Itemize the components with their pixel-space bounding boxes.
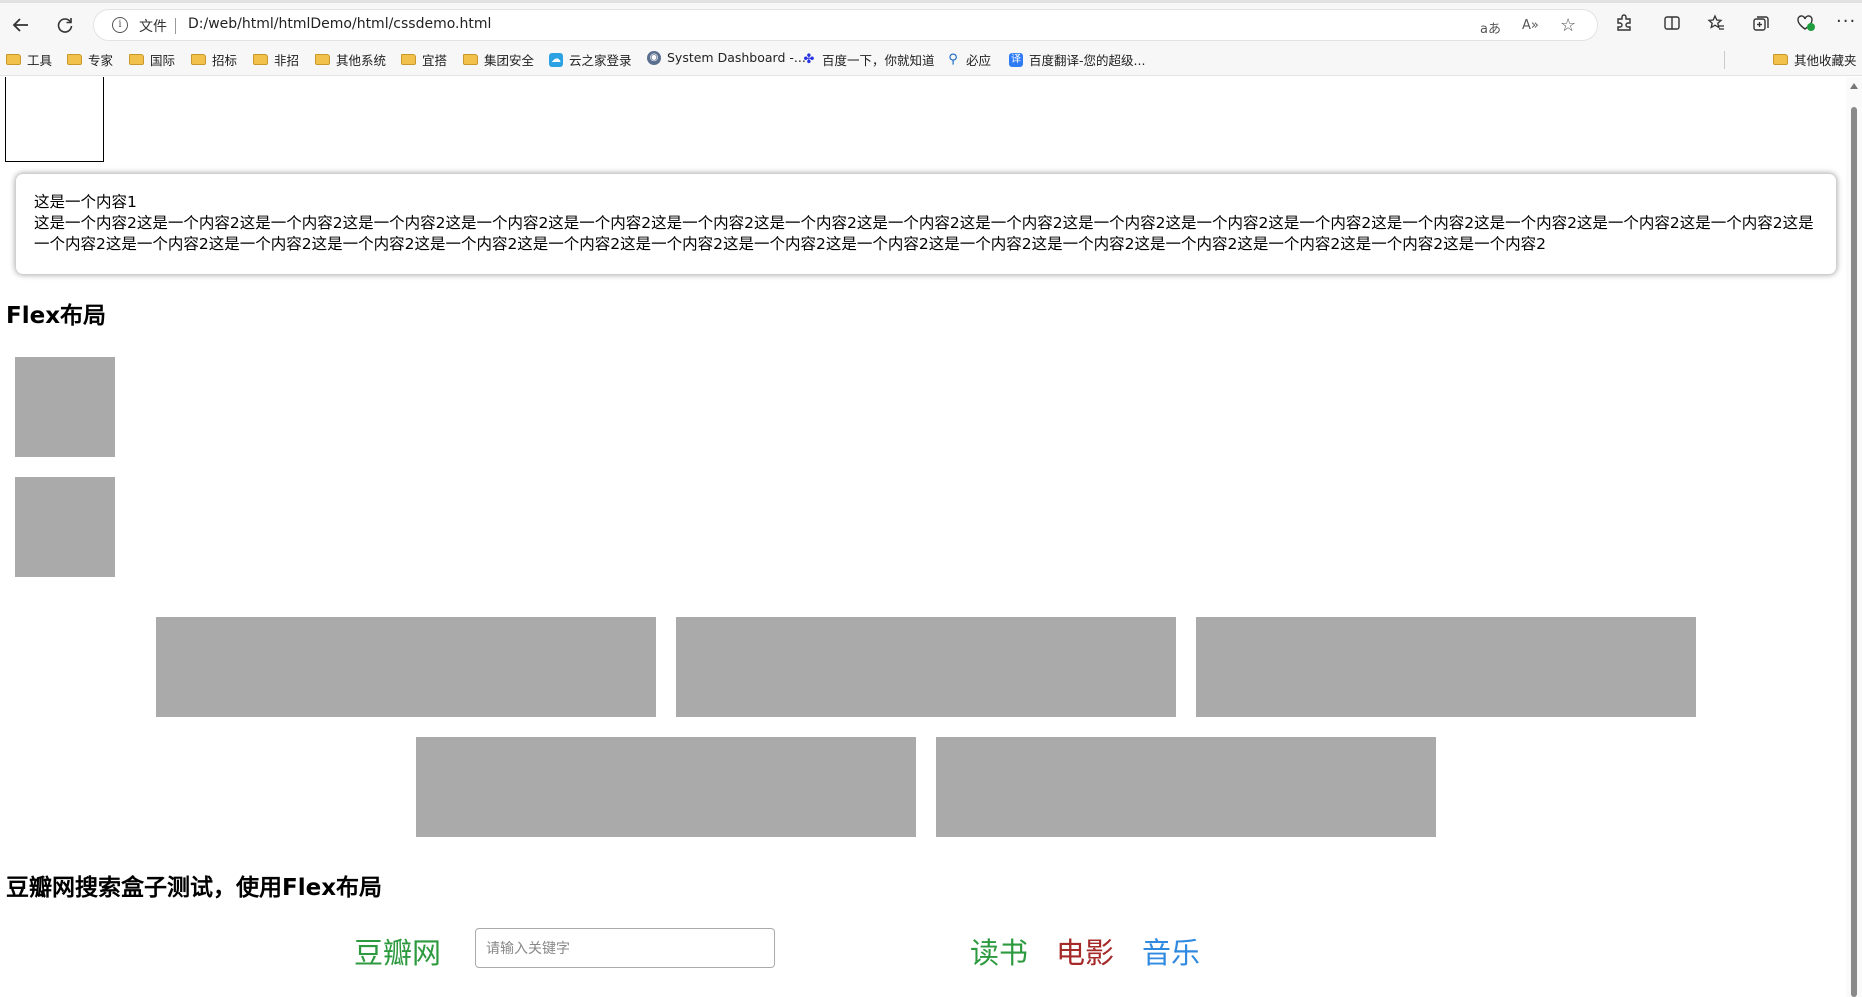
bookmark-label: 集团安全 (484, 53, 535, 68)
info-icon[interactable]: i (112, 17, 128, 33)
back-icon[interactable] (7, 11, 35, 39)
search-input[interactable] (475, 928, 775, 968)
scrollbar-thumb[interactable] (1851, 107, 1857, 997)
bookmark-system-dashboard[interactable]: ◉ System Dashboard -... (647, 50, 806, 65)
page-scrollbar[interactable] (1846, 77, 1862, 997)
collections-icon[interactable] (1752, 14, 1770, 36)
bookmark-label: 其他系统 (336, 53, 387, 68)
cloud-icon: ☁ (549, 52, 563, 67)
bookmark-label: 工具 (27, 53, 53, 68)
folder-icon (463, 54, 478, 65)
folder-icon (401, 54, 416, 65)
flex-box (15, 477, 115, 577)
folder-icon (1773, 54, 1788, 65)
address-separator (175, 18, 176, 34)
bookmark-label: 必应 (966, 53, 992, 68)
flex-wrap-item (936, 737, 1436, 837)
scroll-up-icon[interactable] (1850, 83, 1858, 89)
bookmark-baidu-translate[interactable]: 译百度翻译-您的超级... (1009, 50, 1145, 69)
folder-icon (6, 54, 21, 65)
bookmark-label: 非招 (274, 53, 300, 68)
paw-icon: ✤ (803, 51, 815, 67)
bookmark-tools[interactable]: 工具 (6, 50, 52, 69)
address-bar[interactable]: i 文件 D:/web/html/htmlDemo/html/cssdemo.h… (93, 9, 1598, 41)
bookmark-label: 百度一下，你就知道 (822, 53, 935, 68)
bookmark-other-favorites[interactable]: 其他收藏夹 (1773, 50, 1857, 69)
douban-logo[interactable]: 豆瓣网 (354, 930, 441, 972)
bookmark-label: 专家 (88, 53, 114, 68)
douban-heading: 豆瓣网搜索盒子测试，使用Flex布局 (6, 875, 383, 901)
flex-box (15, 357, 115, 457)
dashboard-icon: ◉ (647, 50, 661, 65)
more-icon[interactable]: ··· (1836, 11, 1856, 32)
folder-icon (191, 54, 206, 65)
flex-wrap-item (676, 617, 1176, 717)
bookmark-international[interactable]: 国际 (129, 50, 175, 69)
bookmark-non-tender[interactable]: 非招 (253, 50, 299, 69)
browser-toolbar: i 文件 D:/web/html/htmlDemo/html/cssdemo.h… (0, 0, 1862, 44)
content-card: 这是一个内容1 这是一个内容2这是一个内容2这是一个内容2这是一个内容2这是一个… (15, 173, 1837, 275)
favorite-star-icon[interactable]: ☆ (1560, 15, 1576, 36)
url-text[interactable]: D:/web/html/htmlDemo/html/cssdemo.html (188, 16, 491, 32)
bookmark-label: 宜搭 (422, 53, 448, 68)
flex-wrap-item (416, 737, 916, 837)
folder-icon (315, 54, 330, 65)
bookmark-yunzhijia-login[interactable]: ☁ 云之家登录 (549, 50, 632, 69)
bookmark-label: 国际 (150, 53, 176, 68)
nav-link-books[interactable]: 读书 (970, 930, 1028, 972)
card-text-2: 这是一个内容2这是一个内容2这是一个内容2这是一个内容2这是一个内容2这是一个内… (34, 214, 1814, 253)
search-icon: ⚲ (948, 51, 958, 67)
translate-icon[interactable]: aあ (1480, 18, 1501, 37)
bookmarks-bar: 工具 专家 国际 招标 非招 其他系统 宜搭 集团安全 ☁ 云之家登录 ◉ Syst… (0, 44, 1862, 76)
bookmark-yida[interactable]: 宜搭 (401, 50, 447, 69)
extensions-icon[interactable] (1615, 14, 1633, 36)
refresh-icon[interactable] (51, 11, 79, 39)
bookmark-group-security[interactable]: 集团安全 (463, 50, 534, 69)
bookmark-label: 招标 (212, 53, 238, 68)
bookmark-label: 云之家登录 (569, 53, 632, 68)
bookmarks-divider (1724, 51, 1725, 69)
bookmark-baidu[interactable]: ✤ 百度一下，你就知道 (802, 50, 935, 69)
browser-essentials-icon[interactable] (1796, 14, 1816, 36)
bookmark-label: System Dashboard -... (667, 50, 806, 65)
bookmark-bing[interactable]: ⚲ 必应 (946, 50, 991, 69)
flex-wrap-item (156, 617, 656, 717)
folder-icon (129, 54, 144, 65)
file-label: 文件 (139, 19, 167, 35)
read-aloud-icon[interactable]: A» (1522, 18, 1539, 33)
nav-link-movies[interactable]: 电影 (1056, 930, 1114, 972)
translate-app-icon: 译 (1009, 52, 1023, 67)
bookmark-experts[interactable]: 专家 (67, 50, 113, 69)
flex-wrap-item (1196, 617, 1696, 717)
flex-heading: Flex布局 (6, 303, 107, 329)
folder-icon (67, 54, 82, 65)
split-screen-icon[interactable] (1663, 14, 1681, 36)
bordered-box (5, 77, 104, 162)
favorites-icon[interactable] (1707, 14, 1725, 36)
page-viewport: 这是一个内容1 这是一个内容2这是一个内容2这是一个内容2这是一个内容2这是一个… (0, 77, 1846, 997)
bookmark-label: 百度翻译-您的超级... (1029, 53, 1146, 68)
bookmark-other-systems[interactable]: 其他系统 (315, 50, 386, 69)
folder-icon (253, 54, 268, 65)
card-text-1: 这是一个内容1 (34, 193, 137, 211)
bookmark-label: 其他收藏夹 (1794, 53, 1857, 68)
nav-link-music[interactable]: 音乐 (1142, 930, 1200, 972)
bookmark-tender[interactable]: 招标 (191, 50, 237, 69)
